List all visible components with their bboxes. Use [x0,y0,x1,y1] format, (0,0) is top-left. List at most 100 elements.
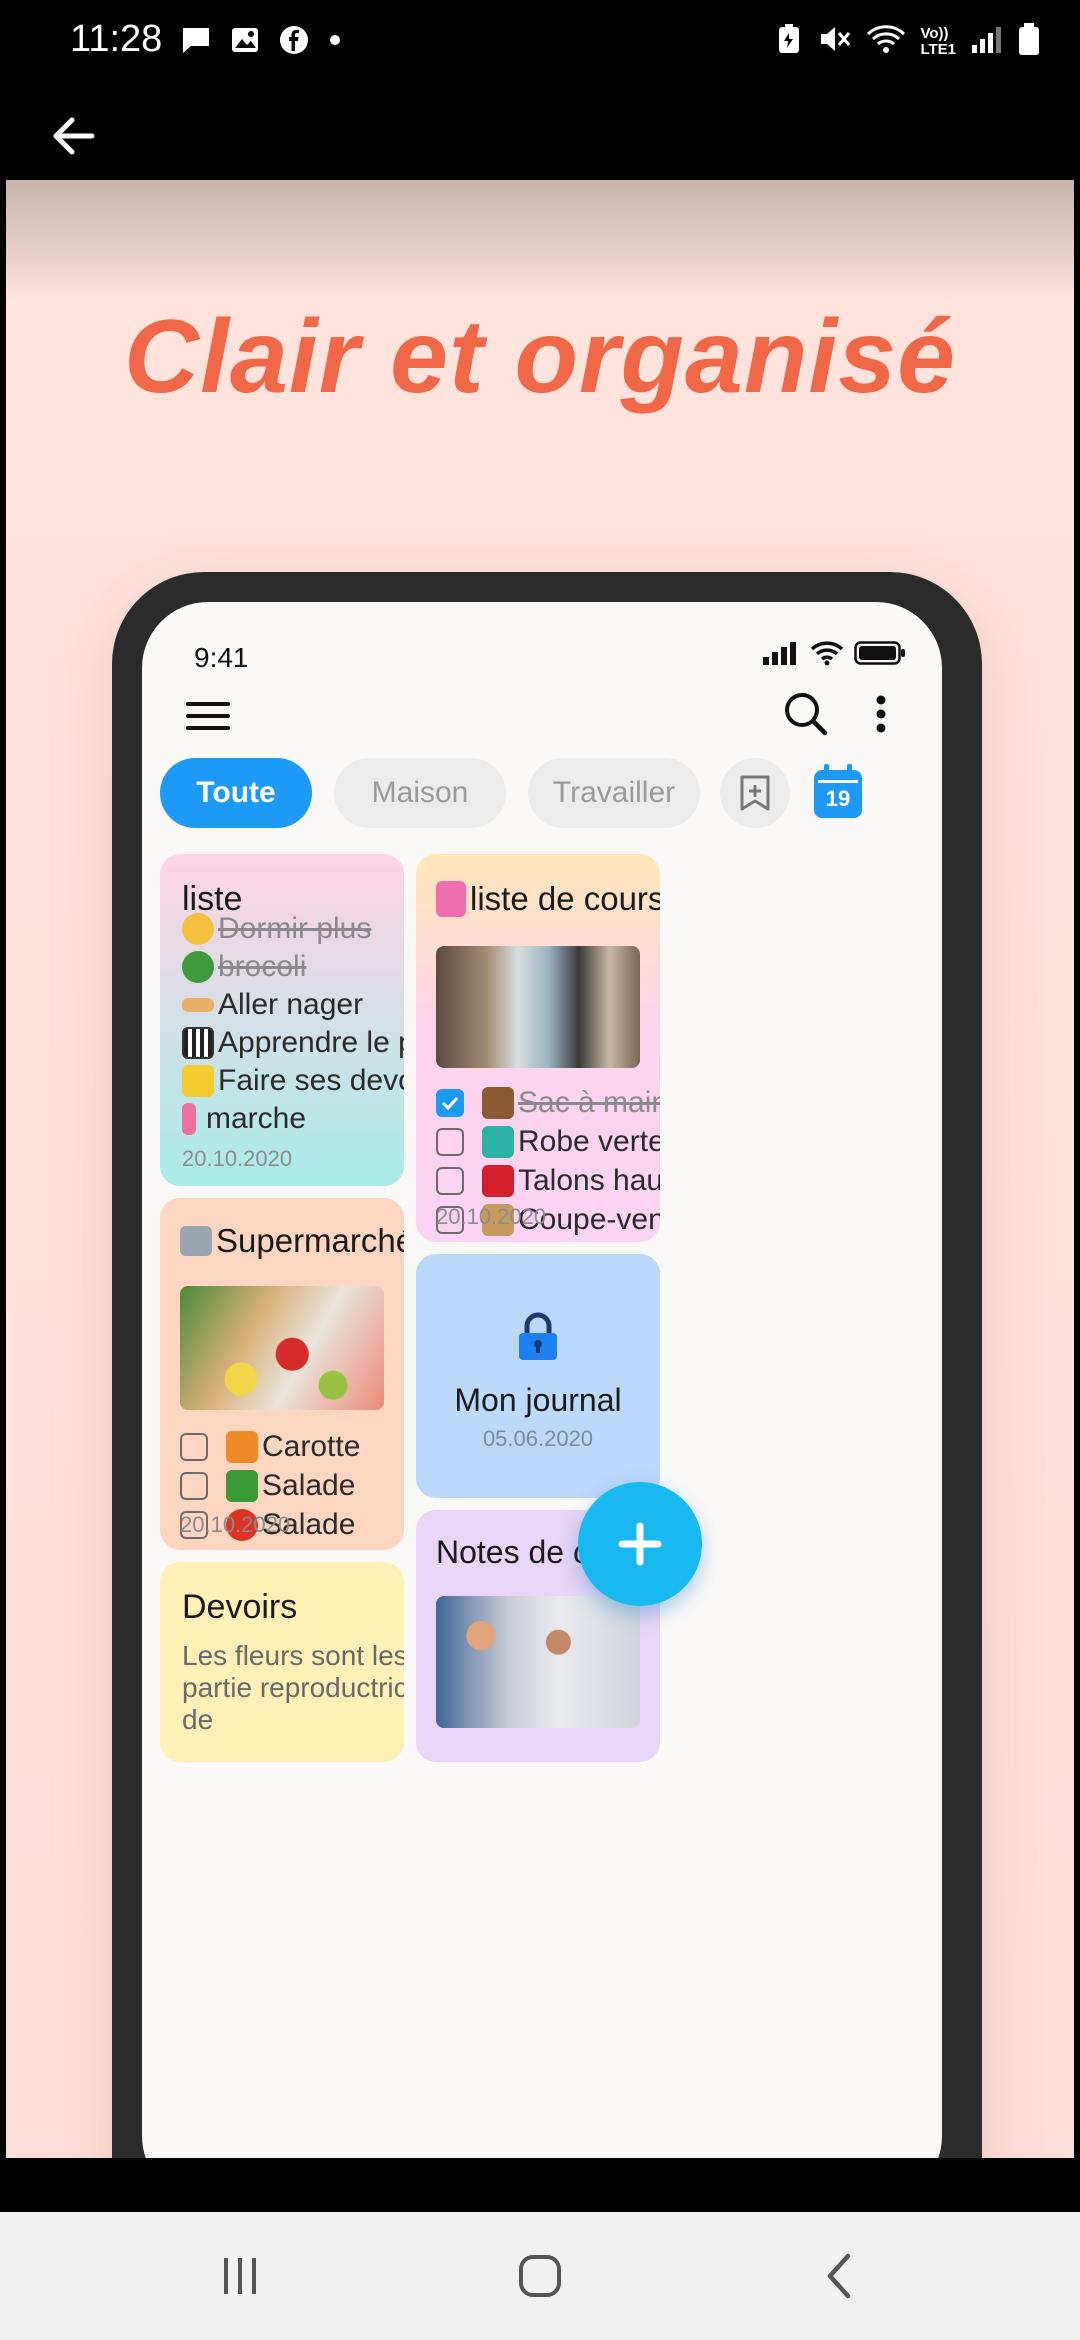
dress-emoji-icon [482,1126,514,1158]
item-text: Robe verte [518,1125,660,1158]
lettuce-emoji-icon [226,1470,258,1502]
tab-maison[interactable]: Maison [334,758,506,828]
checkbox[interactable] [436,1128,464,1156]
handbag-emoji-icon [482,1087,514,1119]
note-card-liste[interactable]: liste Dormir plus brocoli Aller nager Ap… [160,854,404,1186]
checklist-item: Robe verte [436,1125,660,1159]
list-item: brocoli [182,950,306,984]
app-bar [0,86,1080,180]
plus-icon [618,1522,662,1566]
tab-travailler[interactable]: Travailler [528,758,700,828]
add-note-button[interactable] [578,1482,702,1606]
item-text: Faire ses devoirs [218,1064,404,1097]
add-folder-button[interactable] [720,758,790,828]
sleeping-emoji-icon [182,913,214,945]
home-button[interactable] [510,2248,570,2304]
back-chevron-icon [827,2253,851,2299]
shopping-bags-emoji-icon [436,881,466,917]
system-indicators: Vo)) LTE1 [774,22,1040,61]
groceries-photo [180,1286,384,1410]
list-item: Dormir plus [182,912,371,946]
notification-icons [180,24,342,61]
item-text: Aller nager [218,988,364,1021]
phone-status-time: 9:41 [194,642,249,673]
checkbox-checked[interactable] [436,1089,464,1117]
note-date: 20.10.2020 [436,1204,547,1229]
item-text: Salade [262,1469,356,1502]
note-date: 20.10.2020 [182,1146,293,1171]
mute-icon [818,23,852,60]
checkbox[interactable] [436,1167,464,1195]
note-date: 05.06.2020 [482,1426,594,1451]
item-text: Dormir plus [218,912,372,945]
phone-battery-icon [854,641,905,665]
lock-icon [519,1312,557,1360]
shopping-cart-emoji-icon [180,1226,212,1256]
checklist-item: Sac à main [436,1086,660,1120]
item-text: Carotte [262,1430,361,1463]
phone-mockup: 9:41 Toute Maison Travailler 19 liste Do… [112,572,982,2158]
more-options-icon[interactable] [866,688,896,740]
phone-screen: 9:41 Toute Maison Travailler 19 liste Do… [142,602,942,2158]
hamburger-menu-icon[interactable] [182,690,234,742]
message-icon [180,25,212,60]
list-item: Faire ses devoirs [182,1064,404,1098]
calendar-day: 19 [825,786,851,811]
note-title: Mon journal [454,1382,622,1418]
item-text: Apprendre le piano [218,1026,404,1059]
phone-wifi-icon [810,641,844,666]
note-body-line: de [182,1704,214,1735]
phone-status-icons [762,640,906,666]
recents-button[interactable] [210,2248,270,2304]
checklist-item: Salade [180,1469,355,1503]
note-body-line: partie reproductrice [182,1672,404,1703]
system-clock: 11:28 [70,18,163,60]
battery-icon [1018,22,1040,61]
list-item: marche [182,1102,306,1136]
note-title: Supermarché [216,1222,404,1259]
back-arrow-icon[interactable] [44,106,104,166]
note-date: 20.10.2020 [180,1512,291,1537]
tab-toute[interactable]: Toute [160,758,312,828]
add-folder-icon [740,775,770,811]
note-card-journal[interactable]: Mon journal 05.06.2020 [416,1254,660,1498]
home-icon [519,2255,561,2297]
item-text: brocoli [218,950,307,983]
volte-lte-label: Vo)) LTE1 [920,24,956,58]
gallery-icon [230,25,260,60]
recents-icon [224,2258,256,2294]
checkbox[interactable] [180,1433,208,1461]
note-title-row: liste de courses [436,880,660,918]
search-icon[interactable] [780,688,832,740]
note-card-courses[interactable]: liste de courses Sac à main Robe verte T… [416,854,660,1242]
list-item: Apprendre le piano [182,1026,404,1060]
checkbox[interactable] [180,1472,208,1500]
signal-icon [970,23,1004,60]
meeting-photo [436,1596,640,1728]
note-card-supermarche[interactable]: Supermarché Carotte Salade Salade [160,1198,404,1550]
phone-signal-icon [763,642,796,665]
item-text: Talons hauts [518,1164,660,1197]
tab-maison-label: Maison [371,776,469,809]
screenshot-preview: Clair et organisé 9:41 Toute Maison Trav… [6,180,1074,2158]
note-card-devoirs[interactable]: Devoirs Les fleurs sont les partie repro… [160,1562,404,1762]
high-heel-emoji-icon [482,1165,514,1197]
item-text: Sac à main [518,1086,660,1119]
facebook-icon [278,24,310,61]
swimmer-emoji-icon [182,998,214,1012]
carrot-emoji-icon [226,1431,258,1463]
notepad-emoji-icon [182,1065,214,1097]
system-navigation-bar [0,2212,1080,2340]
piano-emoji-icon [182,1027,214,1059]
clothing-rack-photo [436,946,640,1068]
headline: Clair et organisé [124,299,956,415]
divider-band [0,2158,1080,2212]
calendar-icon[interactable]: 19 [810,762,866,822]
battery-saver-icon [774,23,804,60]
item-text: marche [206,1102,307,1135]
back-button[interactable] [810,2248,870,2304]
system-status-bar: 11:28 Vo)) LTE1 [0,0,1080,86]
note-body-line: Les fleurs sont les [182,1640,404,1671]
checklist-item: Carotte [180,1430,360,1464]
note-title: Devoirs [182,1588,298,1626]
